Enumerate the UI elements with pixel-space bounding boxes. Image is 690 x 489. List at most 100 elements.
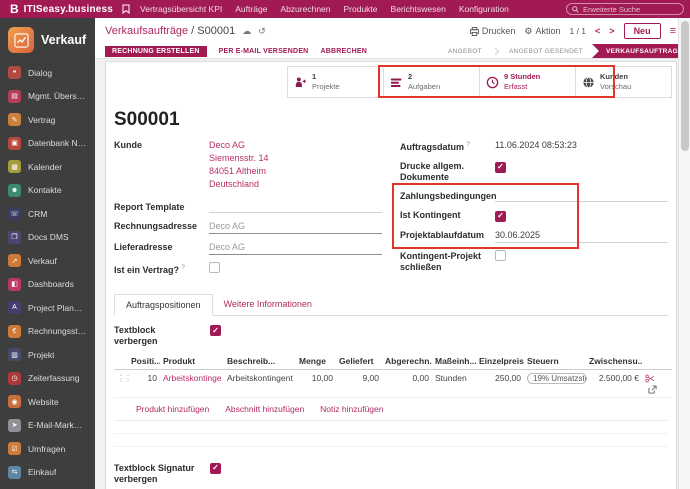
zahlungsbedingungen-input[interactable]	[495, 190, 668, 202]
bookmark-icon[interactable]	[122, 4, 130, 14]
ist-kontingent-checkbox[interactable]	[495, 211, 506, 222]
kontingent-schliessen-checkbox[interactable]	[495, 250, 506, 261]
sidebar-item-website[interactable]: ◉Website	[0, 390, 95, 414]
menu-vertragsuebersicht-kpi[interactable]: Vertragsübersicht KPI	[140, 4, 222, 14]
report-template-input[interactable]	[209, 201, 382, 213]
col-masseinheit[interactable]: Maßeinh...	[432, 353, 476, 370]
cancel-button[interactable]: ABBRECHEN	[320, 48, 367, 55]
menu-konfiguration[interactable]: Konfiguration	[459, 4, 509, 14]
ist-vertrag-checkbox[interactable]	[209, 262, 220, 273]
print-button[interactable]: Drucken	[470, 26, 516, 36]
external-link-icon[interactable]	[648, 385, 657, 394]
add-product-link[interactable]: Produkt hinzufügen	[136, 404, 209, 414]
sidebar-item-dashboards[interactable]: ◧Dashboards	[0, 273, 95, 297]
cell-tax-tag[interactable]: 19% Umsatzste	[527, 373, 587, 384]
breadcrumb-parent[interactable]: Verkaufsaufträge	[105, 25, 188, 37]
status-step-angebot[interactable]: ANGEBOT	[439, 44, 491, 58]
sidebar-item-crm[interactable]: ☏CRM	[0, 202, 95, 226]
new-record-button[interactable]: Neu	[624, 23, 661, 39]
sidebar-app-header[interactable]: Verkauf	[0, 18, 95, 61]
tasks-stat-button[interactable]: 2Aufgaben	[383, 66, 480, 98]
col-position[interactable]: Positi...	[128, 353, 160, 370]
cell-abgerechnet[interactable]: 0,00	[382, 370, 432, 398]
printer-icon	[470, 27, 479, 36]
cell-einzelpreis[interactable]: 250,00	[476, 370, 524, 398]
create-invoice-button[interactable]: RECHNUNG ERSTELLEN	[105, 46, 207, 57]
textblock-signatur-checkbox[interactable]	[210, 463, 221, 474]
discard-undo-icon[interactable]: ↺	[258, 26, 266, 37]
col-produkt[interactable]: Produkt	[160, 353, 224, 370]
split-scissors-icon[interactable]	[645, 374, 655, 383]
cell-description[interactable]: Arbeitskontingent	[227, 373, 293, 383]
col-geliefert[interactable]: Geliefert	[336, 353, 382, 370]
sidebar-item-verkauf[interactable]: ↗Verkauf	[0, 249, 95, 273]
sidebar-item-mgmt-uebersicht[interactable]: ▤Mgmt. Übersicht	[0, 85, 95, 109]
action-menu-button[interactable]: ⚙ Aktion	[524, 26, 560, 37]
cell-masseinheit[interactable]: Stunden	[432, 370, 476, 398]
menu-berichtswesen[interactable]: Berichtswesen	[391, 4, 446, 14]
empty-line	[114, 421, 668, 434]
lieferadresse-label: Lieferadresse	[114, 241, 209, 255]
order-line-row[interactable]: ⋮⋮ 10 Arbeitskontingent Arbeitskontingen…	[114, 370, 672, 398]
cell-geliefert[interactable]: 9,00	[336, 370, 382, 398]
lieferadresse-input[interactable]: Deco AG	[209, 241, 382, 255]
prev-page-button[interactable]: <	[595, 26, 600, 36]
sidebar-item-kontakte[interactable]: ☻Kontakte	[0, 179, 95, 203]
sidebar-item-einkauf[interactable]: ⇆Einkauf	[0, 461, 95, 485]
sidebar-item-datenbank[interactable]: ▣Datenbank Neutralisie...	[0, 132, 95, 156]
col-menge[interactable]: Menge	[296, 353, 336, 370]
sidebar-item-project-planning[interactable]: AProject Planning	[0, 296, 95, 320]
tab-weitere-informationen[interactable]: Weitere Informationen	[213, 294, 323, 315]
saved-cloud-icon[interactable]: ☁	[242, 26, 251, 37]
cell-product-link[interactable]: Arbeitskontingent	[163, 373, 221, 383]
empty-line	[114, 434, 668, 447]
cell-menge[interactable]: 10,00	[296, 370, 336, 398]
col-zwischensumme[interactable]: Zwischensu...	[586, 353, 642, 370]
chevron-right-icon	[492, 47, 499, 54]
col-beschreibung[interactable]: Beschreib...	[224, 353, 296, 370]
sidebar-item-rechnungsstellung[interactable]: €Rechnungsstellung	[0, 320, 95, 344]
sidebar-item-docs-dms[interactable]: ❐Docs DMS	[0, 226, 95, 250]
add-section-link[interactable]: Abschnitt hinzufügen	[225, 404, 304, 414]
menu-auftraege[interactable]: Aufträge	[235, 4, 267, 14]
auftragsdatum-value[interactable]: 11.06.2024 08:53:23	[495, 139, 668, 153]
brand-logo[interactable]: B	[10, 2, 19, 16]
send-email-button[interactable]: PER E-MAIL VERSENDEN	[219, 48, 309, 55]
sidebar-item-umfragen[interactable]: ☑Umfragen	[0, 437, 95, 461]
field-drucke-dokumente: Drucke allgem. Dokumente	[400, 160, 668, 183]
search-input[interactable]: Erweiterte Suche	[566, 3, 684, 15]
cell-zwischensumme[interactable]: 2.500,00 €	[586, 370, 642, 398]
menu-abzurechnen[interactable]: Abzurechnen	[280, 4, 330, 14]
sidebar-item-projekt[interactable]: ▥Projekt	[0, 343, 95, 367]
kunde-value[interactable]: Deco AG Siemensstr. 14 84051 Altheim Deu…	[209, 139, 382, 191]
hours-stat-button[interactable]: 9 StundenErfasst	[479, 66, 576, 98]
projektablaufdatum-input[interactable]: 30.06.2025	[495, 229, 668, 243]
next-page-button[interactable]: >	[609, 26, 614, 36]
sidebar-item-zeiterfassung[interactable]: ◷Zeiterfassung	[0, 367, 95, 391]
order-lines-table: Positi... Produkt Beschreib... Menge Gel…	[114, 353, 672, 398]
hamburger-menu-icon[interactable]: ≡	[670, 25, 676, 37]
sidebar-item-kalender[interactable]: ▦Kalender	[0, 155, 95, 179]
col-einzelpreis[interactable]: Einzelpreis	[476, 353, 524, 370]
col-abgerechnet[interactable]: Abgerechn...	[382, 353, 432, 370]
menu-produkte[interactable]: Produkte	[344, 4, 378, 14]
vertical-scrollbar[interactable]	[678, 18, 690, 489]
brand-name[interactable]: ITISeasy.business	[24, 4, 113, 15]
add-note-link[interactable]: Notiz hinzufügen	[320, 404, 383, 414]
scrollbar-thumb[interactable]	[681, 21, 689, 151]
textblock-verbergen-checkbox[interactable]	[210, 325, 221, 336]
col-steuern[interactable]: Steuern	[524, 353, 586, 370]
sidebar-item-vertrag[interactable]: ✎Vertrag	[0, 108, 95, 132]
customer-preview-stat-button[interactable]: KundenVorschau	[575, 66, 672, 98]
tab-auftragspositionen[interactable]: Auftragspositionen	[114, 294, 213, 316]
sidebar-item-dialog[interactable]: ❝Dialog	[0, 61, 95, 85]
status-step-angebot-gesendet[interactable]: ANGEBOT GESENDET	[500, 44, 592, 58]
database-icon: ▣	[8, 137, 21, 150]
rechnungsadresse-input[interactable]: Deco AG	[209, 220, 382, 234]
drucke-dokumente-checkbox[interactable]	[495, 162, 506, 173]
sidebar-item-email-marketing[interactable]: ➤E-Mail-Marketing	[0, 414, 95, 438]
projects-stat-button[interactable]: 1Projekte	[287, 66, 384, 98]
drag-handle-icon[interactable]: ⋮⋮	[117, 374, 131, 383]
cell-position[interactable]: 10	[128, 370, 160, 398]
status-step-verkaufsauftrag[interactable]: VERKAUFSAUFTRAG	[592, 44, 690, 58]
